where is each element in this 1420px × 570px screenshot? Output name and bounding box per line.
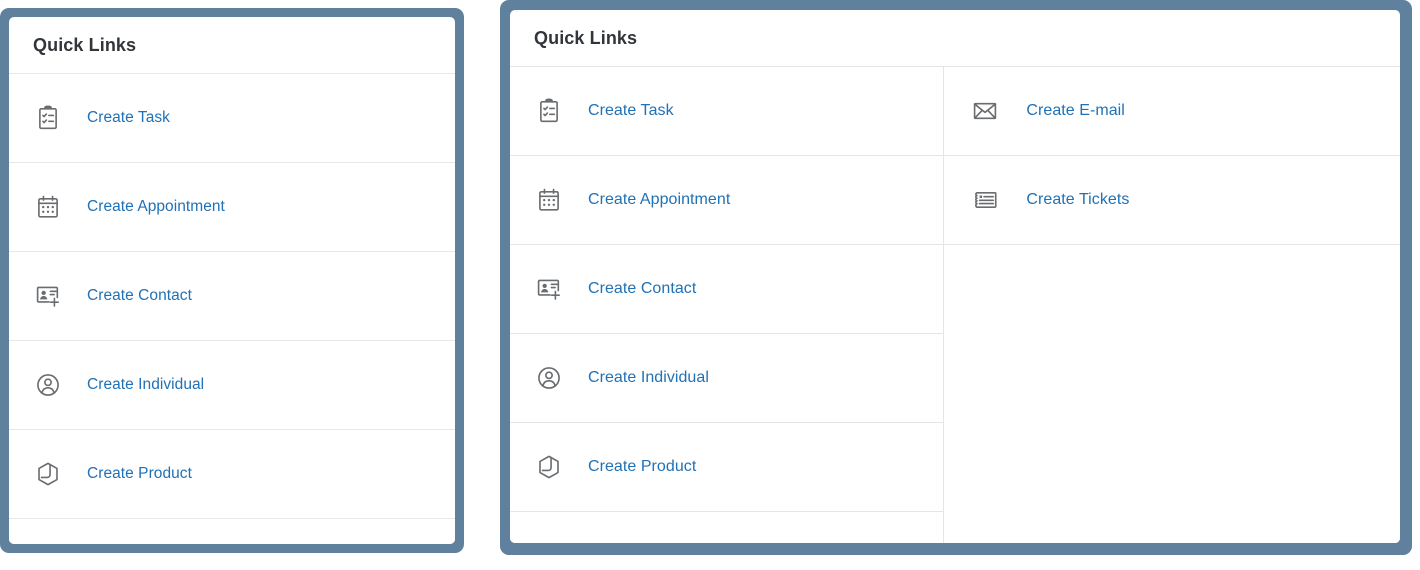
quick-link-label[interactable]: Create Appointment bbox=[87, 198, 225, 216]
card-body-right: Create Task Create Appointment Create Co… bbox=[510, 66, 1400, 543]
envelope-icon bbox=[944, 98, 1026, 124]
quick-link-create-appointment[interactable]: Create Appointment bbox=[9, 163, 455, 252]
calendar-icon bbox=[510, 187, 588, 213]
quick-link-create-task[interactable]: Create Task bbox=[9, 74, 455, 163]
quick-link-label[interactable]: Create Individual bbox=[87, 376, 204, 394]
quick-link-create-task[interactable]: Create Task bbox=[510, 67, 944, 156]
quick-links-panel-left: Quick Links Create Task Create Appointme… bbox=[0, 8, 464, 553]
left-panel-filler bbox=[9, 519, 455, 544]
quick-link-create-email[interactable]: Create E-mail bbox=[944, 67, 1400, 156]
quick-link-create-individual[interactable]: Create Individual bbox=[510, 334, 944, 423]
right-panel-col1-filler bbox=[510, 512, 944, 543]
quick-link-label[interactable]: Create E-mail bbox=[1026, 102, 1124, 120]
quick-link-create-product[interactable]: Create Product bbox=[9, 430, 455, 519]
contact-card-add-icon bbox=[9, 283, 87, 309]
clipboard-checklist-icon bbox=[510, 98, 588, 124]
quick-links-panel-right: Quick Links Create Task Create Appointme… bbox=[500, 0, 1412, 555]
calendar-icon bbox=[9, 194, 87, 220]
quick-link-label[interactable]: Create Appointment bbox=[588, 191, 730, 209]
quick-link-create-contact[interactable]: Create Contact bbox=[510, 245, 944, 334]
quick-link-create-product[interactable]: Create Product bbox=[510, 423, 944, 512]
card-body-left: Create Task Create Appointment Create Co… bbox=[9, 73, 455, 544]
quick-links-column-right-1: Create Task Create Appointment Create Co… bbox=[510, 66, 944, 543]
quick-links-card-right: Quick Links Create Task Create Appointme… bbox=[510, 10, 1400, 543]
page-title: Quick Links bbox=[33, 34, 137, 55]
quick-link-label[interactable]: Create Individual bbox=[588, 369, 709, 387]
quick-link-create-individual[interactable]: Create Individual bbox=[9, 341, 455, 430]
quick-links-card-left: Quick Links Create Task Create Appointme… bbox=[9, 17, 455, 544]
quick-links-column-left-1: Create Task Create Appointment Create Co… bbox=[9, 73, 455, 544]
quick-link-label[interactable]: Create Contact bbox=[87, 287, 192, 305]
product-hexagon-icon bbox=[510, 454, 588, 480]
product-hexagon-icon bbox=[9, 461, 87, 487]
contact-card-add-icon bbox=[510, 276, 588, 302]
card-header-right: Quick Links bbox=[510, 10, 1400, 66]
quick-link-create-appointment[interactable]: Create Appointment bbox=[510, 156, 944, 245]
quick-links-column-right-2: Create E-mail Create Tickets bbox=[943, 66, 1400, 543]
quick-link-create-tickets[interactable]: Create Tickets bbox=[944, 156, 1400, 245]
quick-link-label[interactable]: Create Task bbox=[588, 102, 674, 120]
ticket-icon bbox=[944, 187, 1026, 213]
person-circle-icon bbox=[9, 372, 87, 398]
person-circle-icon bbox=[510, 365, 588, 391]
clipboard-checklist-icon bbox=[9, 105, 87, 131]
quick-link-label[interactable]: Create Contact bbox=[588, 280, 696, 298]
card-header-left: Quick Links bbox=[9, 17, 455, 73]
screen-root: Quick Links Create Task Create Appointme… bbox=[0, 0, 1420, 570]
right-panel-col2-filler bbox=[944, 245, 1400, 543]
quick-link-label[interactable]: Create Task bbox=[87, 109, 170, 127]
quick-link-label[interactable]: Create Product bbox=[588, 458, 696, 476]
quick-link-label[interactable]: Create Tickets bbox=[1026, 191, 1129, 209]
quick-link-create-contact[interactable]: Create Contact bbox=[9, 252, 455, 341]
quick-link-label[interactable]: Create Product bbox=[87, 465, 192, 483]
page-title: Quick Links bbox=[534, 27, 638, 48]
